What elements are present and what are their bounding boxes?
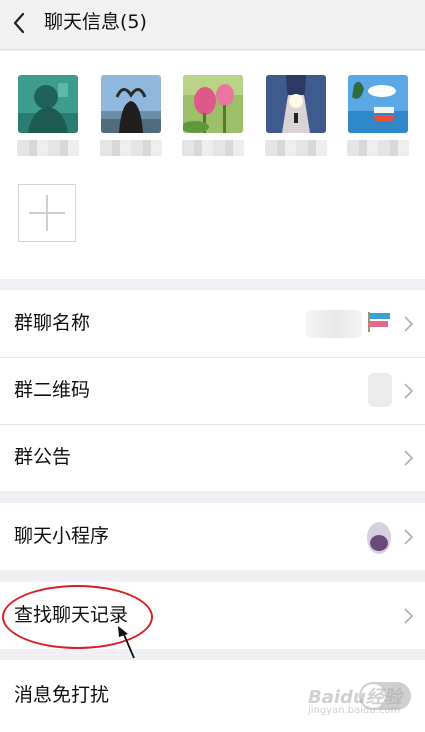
member-name-redacted: [182, 140, 244, 156]
announcement-label: 群公告: [14, 446, 72, 468]
search-chat-history-row[interactable]: 查找聊天记录: [0, 582, 425, 649]
member-avatar[interactable]: [348, 75, 408, 133]
member-name-redacted: [347, 140, 409, 156]
qr-code-row[interactable]: 群二维码: [0, 357, 425, 424]
back-arrow-icon[interactable]: [10, 10, 30, 36]
mini-programs-row[interactable]: 聊天小程序: [0, 503, 425, 570]
member-grid: [0, 51, 425, 279]
chevron-right-icon: [404, 529, 414, 545]
mute-notifications-label: 消息免打扰: [14, 684, 110, 706]
member-name-redacted: [17, 140, 79, 156]
member-avatar[interactable]: [266, 75, 326, 133]
mini-programs-label: 聊天小程序: [14, 525, 110, 547]
member-item[interactable]: [265, 75, 327, 156]
page-title: 聊天信息(5): [44, 11, 147, 33]
plus-icon: [29, 195, 65, 231]
member-avatar[interactable]: [183, 75, 243, 133]
member-avatar[interactable]: [101, 75, 161, 133]
group-name-redacted: [306, 310, 362, 338]
group-settings-section: 群聊名称 群二维码 群公告: [0, 290, 425, 491]
mini-programs-section: 聊天小程序: [0, 503, 425, 570]
search-chat-history-label: 查找聊天记录: [14, 604, 129, 626]
member-item[interactable]: [347, 75, 409, 156]
notification-section: 消息免打扰: [0, 660, 425, 732]
mute-notifications-row: 消息免打扰: [0, 660, 425, 732]
announcement-row[interactable]: 群公告: [0, 424, 425, 491]
toggle-knob: [361, 684, 385, 708]
group-name-label: 群聊名称: [14, 312, 91, 334]
chevron-right-icon: [404, 608, 414, 624]
chevron-right-icon: [404, 383, 414, 399]
mini-program-avatar-icon: [367, 522, 391, 554]
mute-notifications-toggle[interactable]: [359, 682, 411, 710]
member-item[interactable]: [100, 75, 162, 156]
member-name-redacted: [100, 140, 162, 156]
member-name-redacted: [265, 140, 327, 156]
group-name-row[interactable]: 群聊名称: [0, 290, 425, 357]
member-item[interactable]: [182, 75, 244, 156]
chevron-right-icon: [404, 450, 414, 466]
qr-code-redacted: [368, 373, 392, 407]
member-avatar[interactable]: [18, 75, 78, 133]
chevron-right-icon: [404, 316, 414, 332]
search-history-section: 查找聊天记录: [0, 582, 425, 649]
flag-emoji-icon: [368, 312, 390, 332]
add-member-button[interactable]: [18, 184, 76, 242]
member-item[interactable]: [17, 75, 79, 156]
title-bar: 聊天信息(5): [0, 0, 425, 50]
qr-code-label: 群二维码: [14, 379, 91, 401]
